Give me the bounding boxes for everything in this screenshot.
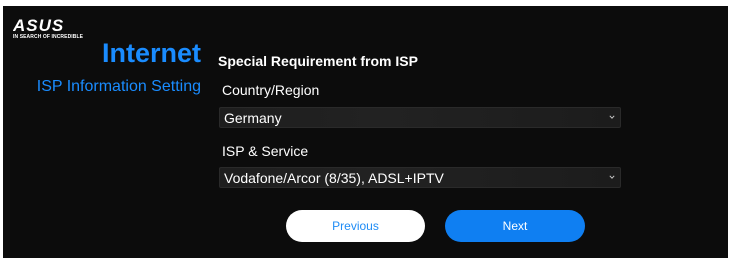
asus-logo-text: ASUS [13,16,64,34]
next-button[interactable]: Next [445,210,585,242]
setup-wizard-panel: ASUS IN SEARCH OF INCREDIBLE Internet IS… [3,6,728,258]
section-heading: Special Requirement from ISP [218,53,418,69]
page-title: Internet [101,38,201,68]
country-region-value: Germany [224,110,282,126]
chevron-down-icon [609,175,615,179]
country-region-select[interactable]: Germany [219,107,621,128]
asus-logo: ASUS IN SEARCH OF INCREDIBLE [13,16,83,42]
isp-service-label: ISP & Service [222,143,309,159]
isp-service-select[interactable]: Vodafone/Arcor (8/35), ADSL+IPTV [219,167,621,188]
page-subtitle: ISP Information Setting [36,78,201,95]
country-region-label: Country/Region [222,82,320,98]
asus-logo-mark: ASUS [13,16,64,34]
previous-button[interactable]: Previous [286,210,425,242]
chevron-down-icon [609,115,615,119]
isp-service-value: Vodafone/Arcor (8/35), ADSL+IPTV [224,170,444,186]
logo-tagline: IN SEARCH OF INCREDIBLE [13,34,84,40]
